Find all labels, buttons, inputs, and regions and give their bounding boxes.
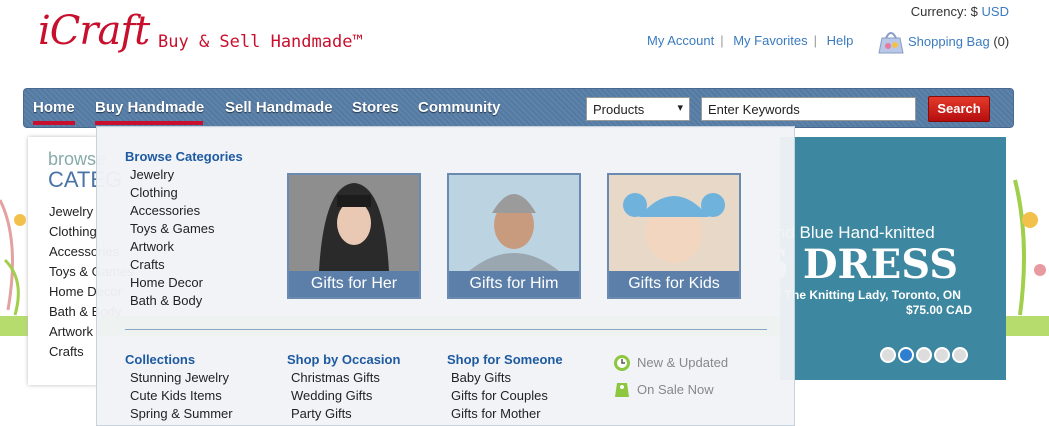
gifts-for-him-tile[interactable]: Gifts for Him <box>447 173 581 299</box>
banner-seller: ed by The Knitting Lady, Toronto, ON <box>780 288 961 302</box>
occasion-list: Christmas Gifts Wedding Gifts Party Gift… <box>291 369 380 423</box>
sale-tag-icon <box>615 383 629 397</box>
nav-stores[interactable]: Stores <box>352 99 399 116</box>
slider-dot[interactable] <box>952 347 968 363</box>
help-link[interactable]: Help <box>827 33 854 48</box>
main-nav: Home Buy Handmade Sell Handmade Stores C… <box>23 88 1014 128</box>
nav-buy-underline <box>95 121 203 125</box>
collections-list: Stunning Jewelry Cute Kids Items Spring … <box>130 369 233 423</box>
search-placeholder: Enter Keywords <box>708 102 800 117</box>
search-input[interactable]: Enter Keywords <box>701 97 916 121</box>
nav-buy-handmade[interactable]: Buy Handmade <box>95 99 204 116</box>
tile-caption: Gifts for Kids <box>609 271 739 297</box>
browse-categories-list: Jewelry Clothing Accessories Toys & Game… <box>130 166 215 310</box>
someone-link[interactable]: Gifts for Couples <box>451 387 548 405</box>
woman-photo <box>289 175 419 271</box>
shopping-bag-link[interactable]: Shopping Bag (0) <box>908 34 1009 49</box>
currency-label: Currency: $ <box>910 4 978 19</box>
collection-link[interactable]: Spring & Summer <box>130 405 233 423</box>
shopping-bag-label: Shopping Bag <box>908 34 990 49</box>
baby-photo <box>609 175 739 271</box>
category-link[interactable]: Toys & Games <box>130 220 215 238</box>
shopping-bag-icon[interactable] <box>876 28 906 54</box>
my-account-link[interactable]: My Account <box>647 33 714 48</box>
nav-community[interactable]: Community <box>418 99 501 116</box>
occasion-link[interactable]: Christmas Gifts <box>291 369 380 387</box>
logo-text: iCraft <box>38 8 150 54</box>
logo-tagline: Buy & Sell Handmade™ <box>158 32 363 52</box>
slider-dot[interactable] <box>916 347 932 363</box>
currency-selector[interactable]: Currency: $ USD <box>911 4 1009 19</box>
top-links: My Account | My Favorites | Help <box>647 33 853 48</box>
slider-dots <box>880 347 970 368</box>
category-link[interactable]: Artwork <box>130 238 215 256</box>
someone-list: Baby Gifts Gifts for Couples Gifts for M… <box>451 369 548 423</box>
slider-dot-active[interactable] <box>898 347 914 363</box>
on-sale-link[interactable]: On Sale Now <box>637 382 714 397</box>
slider-dot[interactable] <box>934 347 950 363</box>
someone-link[interactable]: Gifts for Mother <box>451 405 548 423</box>
nav-sell-handmade[interactable]: Sell Handmade <box>225 99 333 116</box>
buy-handmade-dropdown: Browse Categories Jewelry Clothing Acces… <box>96 126 795 426</box>
separator: | <box>813 33 818 48</box>
banner-title: S DRESS <box>780 241 959 288</box>
someone-link[interactable]: Baby Gifts <box>451 369 548 387</box>
category-link[interactable]: Crafts <box>130 256 215 274</box>
chevron-down-icon: ▾ <box>677 102 683 114</box>
slider-dot[interactable] <box>880 347 896 363</box>
man-photo <box>449 175 579 271</box>
collection-link[interactable]: Stunning Jewelry <box>130 369 233 387</box>
shop-for-someone-heading: Shop for Someone <box>447 352 563 367</box>
category-link[interactable]: Jewelry <box>130 166 215 184</box>
separator: | <box>720 33 724 48</box>
clock-icon <box>614 355 630 371</box>
site-logo[interactable]: iCraft Buy & Sell Handmade™ <box>38 6 378 80</box>
category-sidebar: browse CATEG Jewelry Clothing Accessorie… <box>28 137 134 385</box>
banner-price: $75.00 CAD <box>906 303 973 317</box>
collection-link[interactable]: Cute Kids Items <box>130 387 233 405</box>
currency-value[interactable]: USD <box>982 4 1009 19</box>
category-link[interactable]: Bath & Body <box>130 292 215 310</box>
category-link[interactable]: Clothing <box>130 184 215 202</box>
featured-banner[interactable]: ink and Blue Hand-knitted S DRESS ed by … <box>780 137 1006 380</box>
occasion-link[interactable]: Wedding Gifts <box>291 387 380 405</box>
collections-heading: Collections <box>125 352 196 367</box>
occasion-link[interactable]: Party Gifts <box>291 405 380 423</box>
shop-by-occasion-heading: Shop by Occasion <box>287 352 401 367</box>
browse-categories-heading: Browse Categories <box>125 149 243 164</box>
tile-caption: Gifts for Her <box>289 271 419 297</box>
category-link[interactable]: Accessories <box>130 202 215 220</box>
gifts-for-kids-tile[interactable]: Gifts for Kids <box>607 173 741 299</box>
bag-count: (0) <box>993 34 1010 49</box>
gifts-for-her-tile[interactable]: Gifts for Her <box>287 173 421 299</box>
search-scope-value: Products <box>593 102 645 117</box>
banner-subtitle: ink and Blue Hand-knitted <box>780 223 935 242</box>
category-link[interactable]: Home Decor <box>130 274 215 292</box>
nav-home-underline <box>33 121 75 125</box>
tile-caption: Gifts for Him <box>449 271 579 297</box>
search-scope-select[interactable]: Products ▾ <box>586 97 690 121</box>
menu-divider <box>125 329 767 330</box>
my-favorites-link[interactable]: My Favorites <box>733 33 807 48</box>
search-button[interactable]: Search <box>928 96 990 122</box>
new-updated-link[interactable]: New & Updated <box>637 355 728 370</box>
nav-home[interactable]: Home <box>33 99 75 116</box>
